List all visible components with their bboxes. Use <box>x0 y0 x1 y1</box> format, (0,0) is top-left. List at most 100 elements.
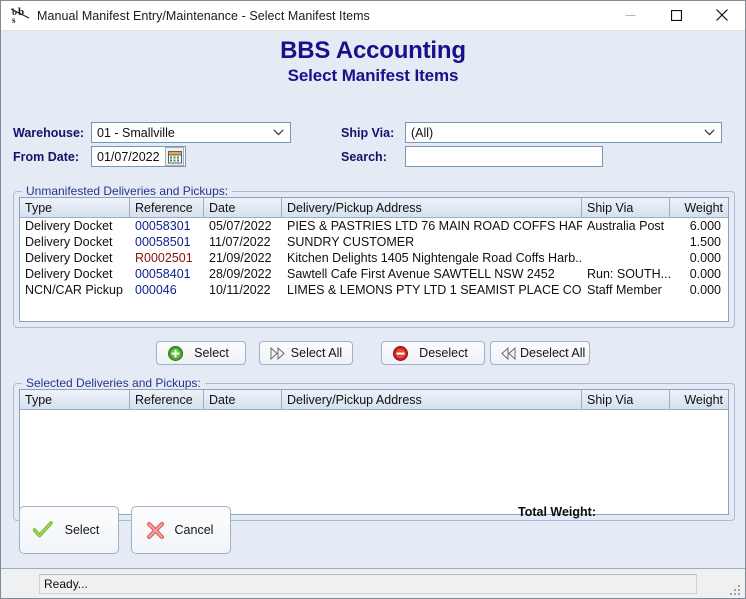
cell-addr: Sawtell Cafe First Avenue SAWTELL NSW 24… <box>282 266 582 282</box>
calendar-icon[interactable] <box>165 147 184 166</box>
cell-ref: R0002501 <box>130 250 204 266</box>
warehouse-label: Warehouse: <box>13 126 84 140</box>
cell-type: Delivery Docket <box>20 266 130 282</box>
cell-ref: 00058501 <box>130 234 204 250</box>
cell-type: Delivery Docket <box>20 234 130 250</box>
status-bar: Ready... <box>1 568 745 598</box>
deselect-all-button-label: Deselect All <box>520 346 593 360</box>
cell-weight: 6.000 <box>670 218 729 234</box>
cell-weight: 0.000 <box>670 282 729 298</box>
maximize-icon[interactable] <box>653 1 699 30</box>
green-plus-circle-icon <box>164 346 186 361</box>
green-check-icon <box>28 521 58 539</box>
cell-type: Delivery Docket <box>20 250 130 266</box>
cancel-button[interactable]: Cancel <box>131 506 231 554</box>
deselect-button[interactable]: Deselect <box>381 341 485 365</box>
red-minus-circle-icon <box>389 346 411 361</box>
ship-via-select[interactable]: (All) <box>405 122 722 143</box>
cell-ship: Staff Member <box>582 282 670 298</box>
warehouse-select[interactable]: 01 - Smallville <box>91 122 291 143</box>
unmanifested-legend: Unmanifested Deliveries and Pickups: <box>22 184 232 198</box>
column-header-date[interactable]: Date <box>204 198 282 217</box>
cell-addr: Kitchen Delights 1405 Nightengale Road C… <box>282 250 582 266</box>
cell-date: 11/07/2022 <box>204 234 282 250</box>
close-icon[interactable] <box>699 1 745 30</box>
screen-name: Select Manifest Items <box>1 65 745 86</box>
chevron-down-icon <box>704 123 715 142</box>
from-date-value: 01/07/2022 <box>97 150 160 164</box>
page-title: BBS Accounting Select Manifest Items <box>1 37 745 86</box>
application-window: b b s Manual Manifest Entry/Maintenance … <box>0 0 746 599</box>
select-all-button[interactable]: Select All <box>259 341 353 365</box>
column-header-type[interactable]: Type <box>20 198 130 217</box>
cell-ref: 000046 <box>130 282 204 298</box>
resize-grip-icon[interactable] <box>730 583 742 595</box>
unmanifested-group: Unmanifested Deliveries and Pickups: Typ… <box>13 191 735 328</box>
cell-addr: LIMES & LEMONS PTY LTD 1 SEAMIST PLACE C… <box>282 282 582 298</box>
minimize-icon[interactable] <box>607 1 653 30</box>
table-row[interactable]: Delivery Docket0005840128/09/2022Sawtell… <box>20 266 728 282</box>
window-title: Manual Manifest Entry/Maintenance - Sele… <box>37 9 370 23</box>
client-area: BBS Accounting Select Manifest Items War… <box>1 31 745 598</box>
column-header-reference[interactable]: Reference <box>130 390 204 409</box>
red-x-icon <box>140 521 170 540</box>
cell-weight: 0.000 <box>670 250 729 266</box>
unmanifested-grid[interactable]: Type Reference Date Delivery/Pickup Addr… <box>19 197 729 322</box>
cell-type: Delivery Docket <box>20 218 130 234</box>
unmanifested-grid-header: Type Reference Date Delivery/Pickup Addr… <box>20 198 728 218</box>
selected-grid[interactable]: Type Reference Date Delivery/Pickup Addr… <box>19 389 729 515</box>
column-header-ship-via[interactable]: Ship Via <box>582 198 670 217</box>
cell-weight: 1.500 <box>670 234 729 250</box>
table-row[interactable]: NCN/CAR Pickup00004610/11/2022LIMES & LE… <box>20 282 728 298</box>
selected-grid-header: Type Reference Date Delivery/Pickup Addr… <box>20 390 728 410</box>
svg-text:b: b <box>18 6 24 18</box>
from-date-label: From Date: <box>13 150 79 164</box>
deselect-button-label: Deselect <box>411 346 484 360</box>
cancel-button-label: Cancel <box>170 523 230 537</box>
total-weight-label: Total Weight: <box>518 505 596 519</box>
table-row[interactable]: Delivery DocketR000250121/09/2022Kitchen… <box>20 250 728 266</box>
double-chevron-right-icon <box>267 347 289 360</box>
app-name: BBS Accounting <box>1 37 745 65</box>
table-row[interactable]: Delivery Docket0005850111/07/2022SUNDRY … <box>20 234 728 250</box>
cell-ship: Australia Post <box>582 218 670 234</box>
column-header-type[interactable]: Type <box>20 390 130 409</box>
bbs-logo-icon: b b s <box>9 5 31 27</box>
cell-date: 21/09/2022 <box>204 250 282 266</box>
cell-weight: 0.000 <box>670 266 729 282</box>
column-header-ship-via[interactable]: Ship Via <box>582 390 670 409</box>
ship-via-value: (All) <box>411 126 433 140</box>
select-button[interactable]: Select <box>156 341 246 365</box>
column-header-address[interactable]: Delivery/Pickup Address <box>282 198 582 217</box>
search-input[interactable] <box>405 146 603 167</box>
cell-ref: 00058401 <box>130 266 204 282</box>
search-label: Search: <box>341 150 387 164</box>
cell-date: 10/11/2022 <box>204 282 282 298</box>
column-header-date[interactable]: Date <box>204 390 282 409</box>
status-message: Ready... <box>39 574 697 594</box>
column-header-address[interactable]: Delivery/Pickup Address <box>282 390 582 409</box>
warehouse-value: 01 - Smallville <box>97 126 175 140</box>
column-header-weight[interactable]: Weight <box>670 390 729 409</box>
cell-addr: SUNDRY CUSTOMER <box>282 234 582 250</box>
svg-text:s: s <box>12 15 16 25</box>
window-controls <box>607 1 745 31</box>
double-chevron-left-icon <box>498 347 520 360</box>
ok-select-button[interactable]: Select <box>19 506 119 554</box>
select-button-label: Select <box>186 346 245 360</box>
title-bar: b b s Manual Manifest Entry/Maintenance … <box>1 1 745 31</box>
selected-legend: Selected Deliveries and Pickups: <box>22 376 205 390</box>
select-all-button-label: Select All <box>289 346 352 360</box>
ship-via-label: Ship Via: <box>341 126 394 140</box>
cell-type: NCN/CAR Pickup <box>20 282 130 298</box>
unmanifested-grid-body: Delivery Docket0005830105/07/2022PIES & … <box>20 218 728 298</box>
cell-addr: PIES & PASTRIES LTD 76 MAIN ROAD COFFS H… <box>282 218 582 234</box>
cell-date: 05/07/2022 <box>204 218 282 234</box>
chevron-down-icon <box>273 123 284 142</box>
deselect-all-button[interactable]: Deselect All <box>490 341 590 365</box>
column-header-reference[interactable]: Reference <box>130 198 204 217</box>
table-row[interactable]: Delivery Docket0005830105/07/2022PIES & … <box>20 218 728 234</box>
cell-date: 28/09/2022 <box>204 266 282 282</box>
column-header-weight[interactable]: Weight <box>670 198 729 217</box>
selected-group: Selected Deliveries and Pickups: Type Re… <box>13 383 735 521</box>
